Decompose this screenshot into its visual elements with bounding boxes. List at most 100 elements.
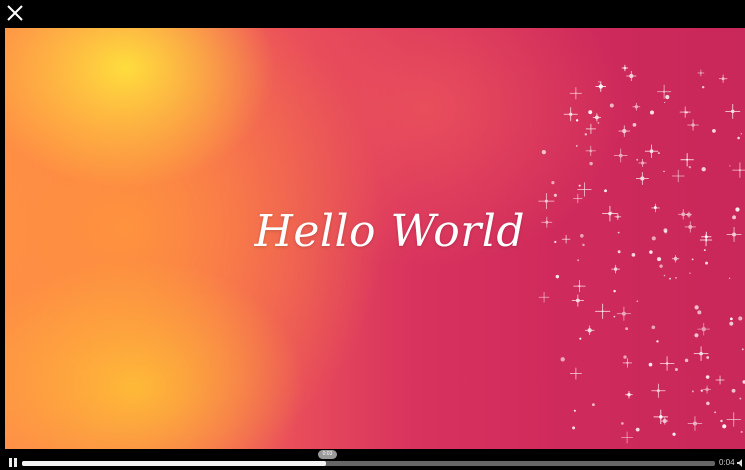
sparkle: [616, 306, 631, 321]
sparkle: [675, 277, 677, 279]
pause-icon[interactable]: [9, 458, 18, 467]
sparkle: [622, 358, 632, 368]
sparkle: [674, 368, 678, 372]
sparkle: [635, 172, 649, 185]
sparkle: [579, 337, 582, 340]
sparkle: [538, 193, 555, 210]
sparkle: [720, 419, 723, 423]
sparkle: [595, 303, 611, 319]
sparkle: [737, 136, 740, 140]
sparkle: [651, 383, 666, 398]
close-icon[interactable]: [5, 3, 25, 23]
sparkle: [573, 280, 586, 293]
sparkle: [740, 132, 743, 135]
sparkle: [730, 317, 733, 321]
sparkle: [576, 145, 578, 147]
video-frame[interactable]: Hello World: [5, 28, 745, 449]
sparkle: [715, 375, 725, 385]
sparkle: [584, 133, 588, 136]
sparkle: [706, 356, 710, 359]
sparkle: [649, 250, 653, 254]
sparkle: [705, 261, 708, 265]
sparkle: [585, 123, 596, 134]
sparkle: [684, 221, 696, 233]
sparkle: [697, 310, 702, 315]
sparkle: [738, 316, 743, 321]
sparkle: [697, 322, 710, 336]
sparkle: [602, 205, 618, 222]
sparkle: [592, 113, 601, 122]
top-bar: [0, 0, 745, 28]
sparkle: [632, 122, 637, 127]
sparkle: [657, 257, 662, 262]
sparkle: [569, 367, 582, 380]
video-title: Hello World: [254, 206, 525, 257]
sparkle: [573, 193, 583, 204]
sparkle: [701, 167, 706, 172]
sparkle: [661, 417, 669, 425]
sparkle: [623, 355, 627, 359]
sparkle: [689, 272, 691, 274]
sparkle: [672, 169, 685, 183]
sparkle: [644, 144, 659, 158]
sparkle: [656, 340, 659, 343]
sparkle: [732, 162, 745, 178]
sparkle: [563, 107, 578, 122]
sparkle: [728, 277, 731, 280]
sparkle: [706, 401, 710, 406]
sparkle: [651, 325, 656, 330]
sparkle: [613, 289, 616, 293]
sparkle: [572, 426, 576, 430]
sparkle: [575, 119, 579, 122]
sparkle: [712, 129, 716, 133]
sparkle: [705, 375, 710, 379]
sparkle: [541, 150, 546, 155]
seek-bar[interactable]: [22, 461, 715, 466]
sparkle: [595, 81, 607, 92]
seek-progress: [22, 461, 326, 466]
sparkle: [685, 111, 688, 114]
sparkle: [561, 235, 571, 244]
sparkle: [726, 227, 742, 242]
sparkle: [613, 148, 628, 163]
sparkle: [663, 274, 666, 277]
sparkle: [649, 110, 655, 115]
sparkle: [636, 158, 639, 161]
sparkle: [703, 385, 711, 394]
sparkle: [618, 125, 631, 137]
sparkle: [625, 391, 633, 399]
sparkle: [679, 106, 691, 118]
sparkle: [659, 264, 663, 268]
sparkle: [609, 103, 614, 108]
sparkle: [621, 64, 629, 72]
sparkle: [632, 102, 641, 111]
sparkle: [691, 390, 694, 393]
sparkle: [687, 416, 703, 431]
control-bar: 0:03 0:04: [0, 449, 745, 470]
sparkle: [621, 422, 624, 425]
sparkle: [648, 362, 653, 367]
sparkle: [671, 255, 680, 263]
sparkle: [611, 211, 613, 213]
sparkle: [585, 145, 596, 156]
sparkle: [680, 153, 694, 167]
sparkle: [571, 294, 584, 307]
sparkle: [718, 74, 728, 83]
sparkle: [580, 233, 584, 238]
sparkle: [691, 258, 694, 261]
sparkle: [664, 230, 668, 234]
sparkle: [625, 327, 629, 331]
sparkle: [700, 389, 703, 392]
sparkle: [703, 249, 706, 252]
sparkle: [538, 292, 550, 303]
sparkle: [697, 69, 705, 77]
sparkle: [701, 85, 705, 89]
sparkle: [664, 101, 666, 104]
sparkle: [693, 346, 709, 361]
volume-icon[interactable]: [737, 459, 743, 467]
sparkle: [735, 207, 740, 212]
sparkle: [614, 213, 622, 221]
sparkle: [584, 325, 595, 335]
seek-tooltip: 0:03: [318, 450, 337, 459]
sparkle: [672, 432, 676, 436]
